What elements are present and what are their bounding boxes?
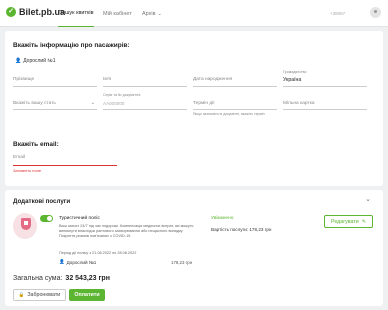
citizenship-field[interactable]: Громадянство Україна: [283, 70, 367, 87]
insurance-passenger-price: 178,23 грн: [171, 260, 193, 265]
gender-label: Вкажіть вашу стать: [13, 101, 56, 106]
person-icon: 👤: [15, 58, 22, 64]
document-number-label: Серія та № документа: [103, 93, 141, 97]
reserve-button[interactable]: 🔒 Забронювати: [13, 289, 66, 301]
insurance-description: Ваш захист 24/7 під час подорожі. Компен…: [59, 224, 194, 238]
insurance-period: Період дії полісу з 21.08.2022 по 28.08.…: [59, 251, 137, 255]
total-value: 32 543,23 грн: [65, 275, 110, 282]
email-label: Email: [13, 155, 25, 160]
nav-archive-label: Архів: [142, 10, 156, 17]
email-error: Заповніть поле: [13, 168, 42, 173]
nav-search-tickets[interactable]: Пошук квитків: [58, 0, 94, 27]
card-field[interactable]: Мільна картка: [283, 96, 367, 110]
reserve-button-label: Забронювати: [27, 292, 61, 298]
insurance-status: Увімкнено: [211, 216, 234, 221]
card-label: Мільна картка: [283, 101, 315, 106]
insurance-title: Туристичний поліс: [59, 216, 100, 221]
email-title: Вкажіть email:: [13, 141, 59, 148]
passenger-card: Вкажіть інформацію про пасажирів: 👤 Доро…: [5, 31, 383, 186]
logo[interactable]: ✓ Bilet.pb.ua: [6, 7, 65, 17]
phone-number[interactable]: +38067: [330, 11, 345, 16]
surname-label: Прізвище: [13, 77, 35, 82]
services-title: Додаткові послуги: [13, 198, 71, 205]
chevron-down-icon: ⌄: [90, 100, 95, 106]
birthdate-label: Дата народження: [193, 77, 233, 82]
total-sum: Загальна сума: 32 543,23 грн: [13, 275, 110, 282]
lock-icon: 🔒: [18, 292, 25, 297]
edit-button[interactable]: Редагувати ✎: [324, 215, 373, 228]
services-card: Додаткові послуги ⌄ Туристичний поліс Ва…: [5, 190, 383, 306]
logo-icon: ✓: [6, 7, 16, 17]
nav-my-cabinet[interactable]: Мій кабінет: [103, 0, 132, 27]
chevron-down-icon[interactable]: ⌄: [365, 195, 371, 203]
pay-button[interactable]: Оплатити: [69, 289, 105, 301]
passenger-title: Вкажіть інформацію про пасажирів:: [13, 42, 130, 49]
email-field[interactable]: Email: [13, 152, 117, 166]
insurance-passenger-label: Дорослий №1: [66, 259, 97, 265]
surname-field[interactable]: Прізвище: [13, 73, 97, 87]
nav-archive[interactable]: Архів ⌄: [142, 0, 162, 27]
expiry-label: Термін дії: [193, 101, 215, 106]
pencil-icon: ✎: [361, 218, 366, 225]
expiry-field[interactable]: Термін дії: [193, 96, 277, 110]
document-number-placeholder: АА000000: [103, 101, 125, 106]
person-icon: 👤: [59, 259, 65, 264]
edit-button-label: Редагувати: [331, 218, 359, 225]
insurance-icon: [13, 213, 37, 239]
insurance-passenger: 👤 Дорослий №1: [59, 259, 96, 265]
chevron-down-icon: ⌄: [157, 10, 162, 17]
insurance-cost: Вартість послуги: 178,23 грн: [211, 227, 272, 232]
citizenship-label: Громадянство: [283, 70, 307, 74]
name-field[interactable]: Ім'я: [103, 73, 187, 87]
birthdate-field[interactable]: Дата народження: [193, 73, 277, 87]
passenger-label-text: Дорослий №1: [23, 58, 56, 64]
expiry-hint: Якщо зазначено в документі, вкажіть терм…: [193, 112, 265, 116]
gender-select[interactable]: Вкажіть вашу стать ⌄: [13, 96, 97, 110]
user-icon[interactable]: [370, 7, 381, 18]
citizenship-value: Україна: [283, 77, 302, 83]
top-navbar: ✓ Bilet.pb.ua Пошук квитків Мій кабінет …: [0, 0, 388, 27]
name-label: Ім'я: [103, 77, 112, 82]
passenger-label: 👤 Дорослий №1: [15, 58, 56, 64]
insurance-toggle[interactable]: [40, 215, 53, 222]
total-label: Загальна сума:: [13, 275, 63, 282]
document-number-field[interactable]: Серія та № документа АА000000: [103, 93, 187, 110]
